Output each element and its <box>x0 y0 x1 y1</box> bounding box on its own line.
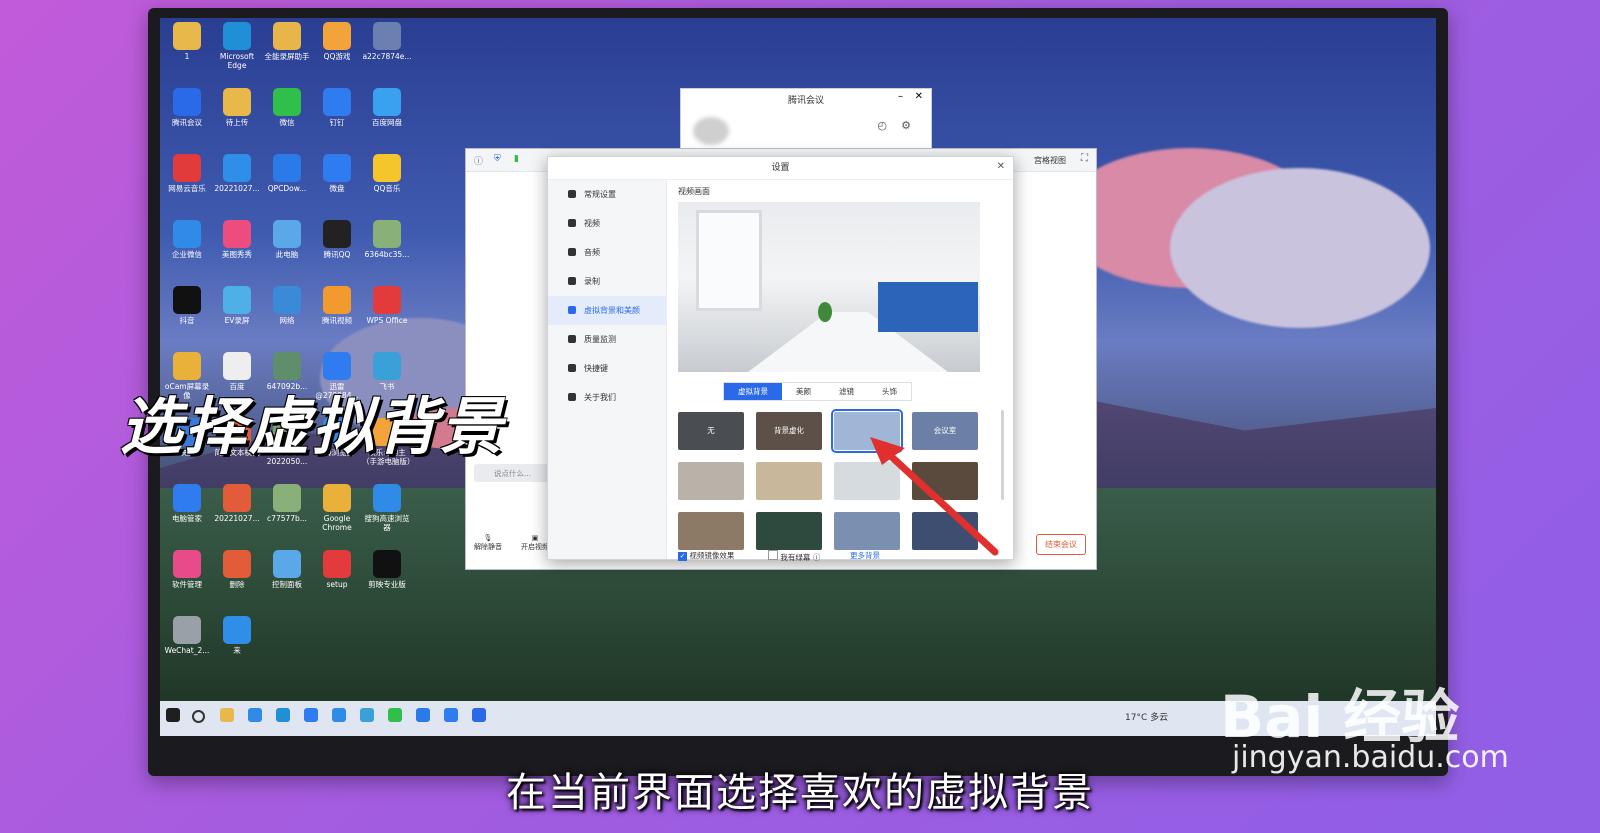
title-overlay: 选择虚拟背景 <box>120 390 505 463</box>
baidu-url: jingyan.baidu.com <box>1232 740 1509 775</box>
arrow-shaft <box>878 444 999 556</box>
